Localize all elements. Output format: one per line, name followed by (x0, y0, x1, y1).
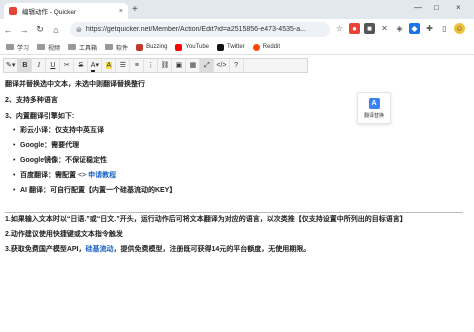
bookmark-reddit[interactable]: Reddit (252, 43, 280, 51)
bullet-list-button[interactable]: ☰ (116, 59, 131, 72)
bookmark-study[interactable]: 学习 (6, 43, 29, 52)
note-line-2: 2.动作建议使用快捷键或文本指令触发 (5, 231, 123, 238)
bullet-mark: • (13, 142, 16, 149)
maximize-button[interactable]: □ (434, 3, 439, 12)
extension-blue-icon[interactable]: ◆ (409, 23, 420, 34)
code-view-button[interactable]: </> (214, 59, 230, 72)
engine-item: Google镜像：不保证稳定性 (20, 157, 108, 164)
description-line-2: 2、支持多种语言 (5, 97, 58, 104)
content-divider (5, 212, 463, 213)
bullet-mark: • (13, 187, 16, 194)
profile-avatar-icon[interactable]: ☺ (454, 23, 465, 34)
image-button[interactable]: ▣ (172, 59, 187, 72)
bullet-mark: • (13, 157, 16, 164)
font-color-button[interactable]: A▾ (88, 59, 103, 72)
browser-tab-strip: 编辑动作 - Quicker × + — □ × (0, 0, 474, 19)
strikethrough-button[interactable]: S (74, 59, 89, 72)
tab-title: 编辑动作 - Quicker (22, 9, 77, 16)
menu-dots-icon[interactable]: ⋮ (469, 23, 474, 34)
apply-tutorial-link[interactable]: 申请教程 (88, 172, 116, 179)
new-tab-button[interactable]: + (132, 4, 138, 16)
bookmark-twitter[interactable]: Twitter (217, 43, 245, 51)
translate-replace-popup[interactable]: A 翻译替换 (357, 92, 391, 124)
folder-icon (68, 44, 77, 50)
youtube-icon (175, 43, 183, 51)
align-button[interactable]: ⋮ (144, 59, 159, 72)
bookmark-youtube[interactable]: YouTube (175, 43, 209, 51)
minimize-button[interactable]: — (414, 3, 422, 12)
clear-format-button[interactable]: ✂ (60, 59, 75, 72)
bookmark-buzzing[interactable]: Buzzing (136, 43, 167, 51)
buzzing-icon (136, 43, 144, 51)
style-paint-button[interactable]: ✎▾ (4, 59, 19, 72)
translate-icon: A (368, 97, 380, 109)
extension-x-icon[interactable]: ✕ (379, 23, 390, 34)
note-line-1: 1.如果输入文本时以“日语.”或“日文.”开头，运行动作后可将文本翻译为对应的语… (5, 216, 407, 223)
forward-button[interactable]: → (16, 25, 32, 35)
bold-button[interactable]: B (18, 59, 33, 72)
tab-close-icon[interactable]: × (119, 8, 123, 15)
sidebar-icon[interactable]: ▯ (439, 23, 450, 34)
fullscreen-button[interactable]: ⤢ (200, 59, 215, 72)
bookmark-software[interactable]: 软件 (105, 43, 128, 52)
back-button[interactable]: ← (0, 25, 16, 35)
link-button[interactable]: ⛓ (158, 59, 173, 72)
engine-item: AI 翻译：可自行配置【内置一个硅基流动的KEY】 (20, 187, 177, 194)
description-line-3: 3、内置翻译引擎如下: (5, 113, 75, 120)
code-arrow-icon: <> (77, 172, 87, 179)
popup-label: 翻译替换 (363, 112, 384, 119)
browser-nav-bar: ← → ↻ ⌂ ⊜ https://getquicker.net/Member/… (0, 19, 474, 40)
underline-button[interactable]: U (46, 59, 61, 72)
note-line-3: 3.获取免费国产模型API，硅基流动，提供免费模型，注册既可获得14元的平台额度… (5, 246, 311, 253)
help-button[interactable]: ? (230, 59, 244, 72)
italic-button[interactable]: I (32, 59, 47, 72)
highlight-button[interactable]: A (102, 59, 117, 72)
site-info-icon[interactable]: ⊜ (76, 26, 82, 34)
extension-gray-icon[interactable]: ■ (364, 23, 375, 34)
description-line-1: 翻译并替换选中文本，未选中则翻译替换整行 (5, 81, 145, 88)
star-icon[interactable]: ☆ (334, 23, 345, 34)
twitter-x-icon (217, 43, 224, 51)
folder-icon (6, 44, 14, 50)
engine-item: 百度翻译：需配置 <> 申请教程 (20, 172, 117, 179)
home-button[interactable]: ⌂ (48, 25, 64, 35)
editor-toolbar: ✎▾ B I U ✂ S A▾ A ☰ ≡ ⋮ ⛓ ▣ ▦ ⤢ </> ? (3, 58, 308, 73)
numbered-list-button[interactable]: ≡ (130, 59, 145, 72)
bookmark-video[interactable]: 视频 (37, 43, 60, 52)
window-close-button[interactable]: × (456, 3, 461, 12)
quicker-favicon-icon (9, 7, 17, 15)
folder-icon (37, 44, 46, 50)
table-button[interactable]: ▦ (186, 59, 201, 72)
url-text[interactable]: https://getquicker.net/Member/Action/Edi… (86, 26, 306, 33)
bullet-mark: • (13, 127, 16, 134)
extension-icons: ☆ ● ■ ✕ ◈ ◆ ✚ ▯ ☺ ⋮ (334, 23, 474, 34)
engine-item: Google：需要代理 (20, 142, 80, 149)
browser-tab[interactable]: 编辑动作 - Quicker × (4, 3, 128, 19)
bullet-mark: • (13, 172, 16, 179)
siliconflow-link[interactable]: 硅基流动 (86, 246, 114, 253)
bookmark-toolbox[interactable]: 工具箱 (68, 43, 97, 52)
folder-icon (105, 44, 114, 50)
bookmarks-bar: 学习 视频 工具箱 软件 Buzzing YouTube Twitter Red… (0, 40, 474, 55)
puzzle-icon[interactable]: ✚ (424, 23, 435, 34)
reddit-icon (252, 43, 260, 51)
address-bar[interactable]: ⊜ https://getquicker.net/Member/Action/E… (70, 22, 330, 37)
extension-cube-icon[interactable]: ◈ (394, 23, 405, 34)
extension-red-icon[interactable]: ● (349, 23, 360, 34)
reload-button[interactable]: ↻ (32, 24, 48, 35)
engine-item: 彩云小译：仅支持中英互译 (20, 127, 104, 134)
